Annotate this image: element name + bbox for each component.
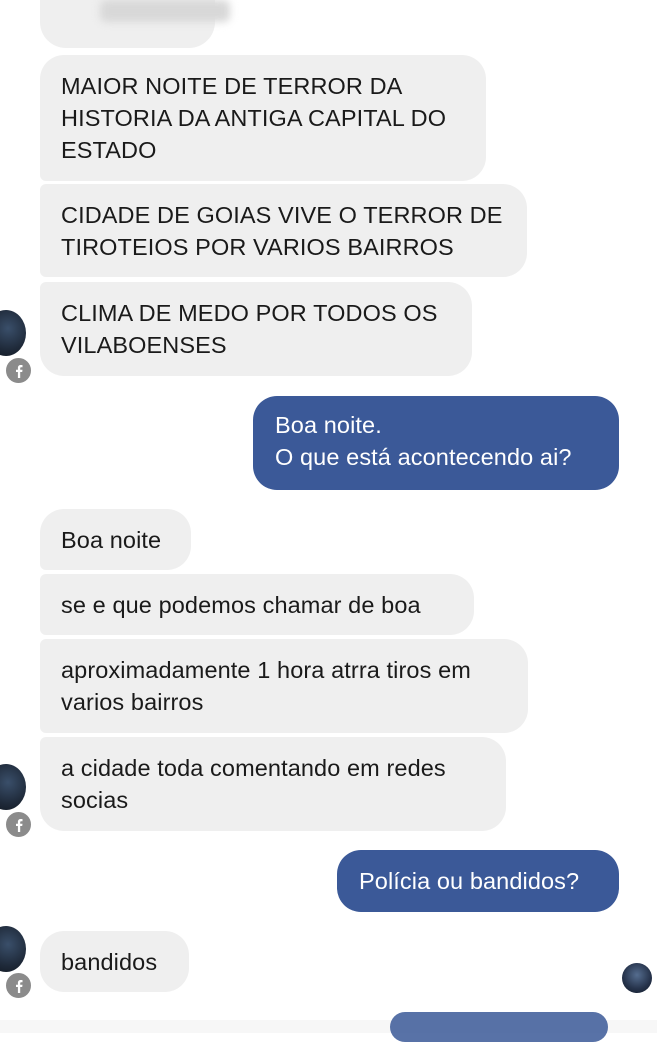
facebook-icon (4, 356, 33, 385)
incoming-message[interactable]: CLIMA DE MEDO POR TODOS OS VILABOENSES (40, 282, 472, 376)
facebook-icon (4, 971, 33, 1000)
facebook-icon (4, 810, 33, 839)
outgoing-message[interactable]: Boa noite. O que está acontecendo ai? (253, 396, 619, 490)
partial-message-bubble (40, 0, 230, 48)
contact-avatar[interactable] (0, 310, 26, 356)
contact-avatar[interactable] (0, 764, 26, 810)
incoming-message[interactable]: a cidade toda comentando em redes socias (40, 737, 506, 831)
incoming-message[interactable]: CIDADE DE GOIAS VIVE O TERROR DE TIROTEI… (40, 184, 527, 277)
incoming-message[interactable]: MAIOR NOITE DE TERROR DA HISTORIA DA ANT… (40, 55, 486, 181)
redacted-text (100, 0, 230, 22)
incoming-message[interactable]: Boa noite (40, 509, 191, 570)
read-receipt-avatar (622, 963, 652, 993)
incoming-message[interactable]: aproximadamente 1 hora atrra tiros em va… (40, 639, 528, 733)
contact-avatar[interactable] (0, 926, 26, 972)
incoming-message[interactable]: bandidos (40, 931, 189, 992)
partial-outgoing-bubble (390, 1012, 608, 1042)
outgoing-message[interactable]: Polícia ou bandidos? (337, 850, 619, 912)
incoming-message[interactable]: se e que podemos chamar de boa (40, 574, 474, 635)
